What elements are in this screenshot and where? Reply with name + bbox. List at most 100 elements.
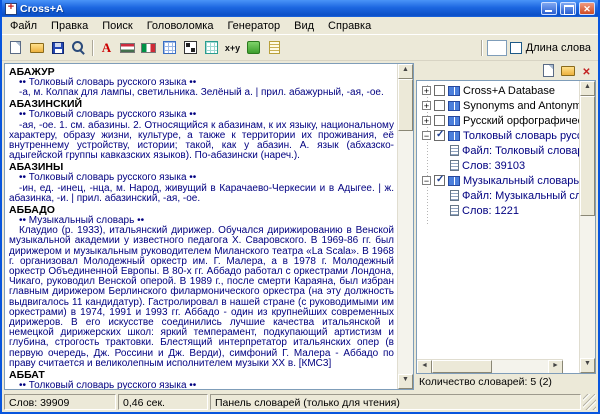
menu-help[interactable]: Справка xyxy=(321,18,378,34)
expand-icon[interactable] xyxy=(422,116,431,125)
save-icon[interactable] xyxy=(47,37,68,58)
titlebar: Cross+A xyxy=(2,0,598,17)
menu-generator[interactable]: Генератор xyxy=(220,18,287,34)
tree-item-explanatory-file[interactable]: Файл: Толковый словарь.dic xyxy=(417,143,579,158)
toolbar-separator xyxy=(92,40,93,56)
search-icon[interactable] xyxy=(68,37,89,58)
tree-item-explanatory-words[interactable]: Слов: 39103 xyxy=(417,158,579,173)
menu-edit[interactable]: Правка xyxy=(44,18,95,34)
minimize-button[interactable] xyxy=(541,2,557,15)
new-dictionary-icon xyxy=(543,64,554,77)
grid-icon xyxy=(163,41,176,54)
file-icon xyxy=(450,145,459,156)
open-dictionary-button[interactable] xyxy=(560,64,575,78)
dictionary-checkbox[interactable] xyxy=(434,115,445,126)
maximize-button[interactable] xyxy=(560,2,576,15)
italian-flag-icon xyxy=(141,43,156,53)
tree-item-explanatory[interactable]: Толковый словарь русского языка xyxy=(417,128,579,143)
scroll-left-icon[interactable] xyxy=(417,360,432,373)
menu-view[interactable]: Вид xyxy=(287,18,321,34)
tree-item-label[interactable]: Файл: Толковый словарь.dic xyxy=(462,145,579,157)
scroll-down-icon[interactable] xyxy=(398,374,413,389)
tree-item-label[interactable]: Слов: 39103 xyxy=(462,160,525,172)
dictionary-checkbox[interactable] xyxy=(434,100,445,111)
entry-definition: -ин, ед. -инец, -нца, м. Народ, живущий … xyxy=(9,184,394,204)
dictionaries-tree: Cross+A Database Synonyms and Antonyms Р… xyxy=(416,80,596,374)
menu-puzzle[interactable]: Головоломка xyxy=(140,18,221,34)
tree-item-label[interactable]: Synonyms and Antonyms xyxy=(463,100,579,112)
scroll-down-icon[interactable] xyxy=(580,358,595,373)
entry-definition: Клаудио (р. 1933), итальянский дирижер. … xyxy=(9,226,394,369)
dictionaries-panel: Cross+A Database Synonyms and Antonyms Р… xyxy=(416,63,596,390)
language-hungarian-button[interactable] xyxy=(117,37,138,58)
entries-view[interactable]: АБАЖУР •• Толковый словарь русского язык… xyxy=(5,64,397,389)
new-icon[interactable] xyxy=(5,37,26,58)
crossword-grid-button[interactable] xyxy=(159,37,180,58)
tree-vertical-scrollbar[interactable] xyxy=(579,81,595,373)
dictionary-checkbox[interactable] xyxy=(434,175,445,186)
tree-horizontal-scrollbar[interactable] xyxy=(417,359,563,373)
scrollbar-thumb[interactable] xyxy=(432,360,492,373)
formula-icon: x+y xyxy=(225,43,240,53)
dictionary-book-icon xyxy=(448,101,460,111)
word-length-checkbox[interactable] xyxy=(510,42,522,54)
formula-button[interactable]: x+y xyxy=(222,37,243,58)
dictionary-checkbox[interactable] xyxy=(434,85,445,96)
close-button[interactable] xyxy=(579,2,595,15)
entry-definition: -а, м. Колпак для лампы, светильника. Зе… xyxy=(9,88,394,98)
tree-item-musical[interactable]: Музыкальный словарь xyxy=(417,173,579,188)
tree-item-label[interactable]: Русский орфографический словарь xyxy=(463,115,579,127)
tree-item-label[interactable]: Cross+A Database xyxy=(463,85,555,97)
generator-button[interactable] xyxy=(243,37,264,58)
expand-icon[interactable] xyxy=(422,86,431,95)
expand-icon[interactable] xyxy=(422,101,431,110)
dictionary-book-icon xyxy=(448,131,460,141)
tree-item-label[interactable]: Толковый словарь русского языка xyxy=(463,130,579,142)
menu-search[interactable]: Поиск xyxy=(95,18,139,34)
tree-item-label[interactable]: Слов: 1221 xyxy=(462,205,519,217)
dictionary-entry: АББАДО •• Музыкальный словарь •• Клаудио… xyxy=(9,205,394,369)
resize-grip[interactable] xyxy=(583,394,596,410)
dictionary-checkbox[interactable] xyxy=(434,130,445,141)
tree-item-musical-file[interactable]: Файл: Музыкальный словарь.dic xyxy=(417,188,579,203)
collapse-icon[interactable] xyxy=(422,131,431,140)
collapse-icon[interactable] xyxy=(422,176,431,185)
tree-item-synonyms[interactable]: Synonyms and Antonyms xyxy=(417,98,579,113)
sudoku-grid-button[interactable] xyxy=(201,37,222,58)
main-area: АБАЖУР •• Толковый словарь русского язык… xyxy=(2,61,598,392)
open-folder-icon xyxy=(30,43,44,53)
scrollbar-track[interactable] xyxy=(432,360,548,373)
text-scrollbar[interactable] xyxy=(397,64,413,389)
open-icon[interactable] xyxy=(26,37,47,58)
word-length-input[interactable] xyxy=(487,40,507,56)
tree-content[interactable]: Cross+A Database Synonyms and Antonyms Р… xyxy=(417,81,579,373)
app-icon xyxy=(5,3,17,15)
open-dictionary-icon xyxy=(561,66,575,76)
scroll-up-icon[interactable] xyxy=(398,64,413,79)
tree-item-musical-words[interactable]: Слов: 1221 xyxy=(417,203,579,218)
dictionary-text-panel: АБАЖУР •• Толковый словарь русского язык… xyxy=(4,63,414,390)
tree-item-label[interactable]: Музыкальный словарь xyxy=(463,175,579,187)
status-search-time: 0,46 сек. xyxy=(118,394,208,410)
new-dictionary-button[interactable] xyxy=(541,64,556,78)
font-button[interactable] xyxy=(96,37,117,58)
scroll-up-icon[interactable] xyxy=(580,81,595,96)
scroll-right-icon[interactable] xyxy=(548,360,563,373)
menu-file[interactable]: Файл xyxy=(3,18,44,34)
save-floppy-icon xyxy=(52,42,64,54)
scrollbar-thumb[interactable] xyxy=(580,96,595,216)
scrollbar-track[interactable] xyxy=(580,96,595,358)
word-count-icon xyxy=(450,205,459,216)
app-window: Cross+A Файл Правка Поиск Головоломка Ге… xyxy=(0,0,600,414)
close-panel-button[interactable] xyxy=(579,64,594,78)
tree-item-label[interactable]: Файл: Музыкальный словарь.dic xyxy=(462,190,579,202)
dictionary-entry: АБАЗИНЫ •• Толковый словарь русского язы… xyxy=(9,162,394,204)
word-list-button[interactable] xyxy=(264,37,285,58)
tree-item-crossa-database[interactable]: Cross+A Database xyxy=(417,83,579,98)
window-title: Cross+A xyxy=(20,3,538,15)
tree-item-orthographic[interactable]: Русский орфографический словарь xyxy=(417,113,579,128)
scrollbar-track[interactable] xyxy=(398,79,413,374)
language-italian-button[interactable] xyxy=(138,37,159,58)
crossword-pattern-button[interactable] xyxy=(180,37,201,58)
scrollbar-thumb[interactable] xyxy=(398,79,413,131)
